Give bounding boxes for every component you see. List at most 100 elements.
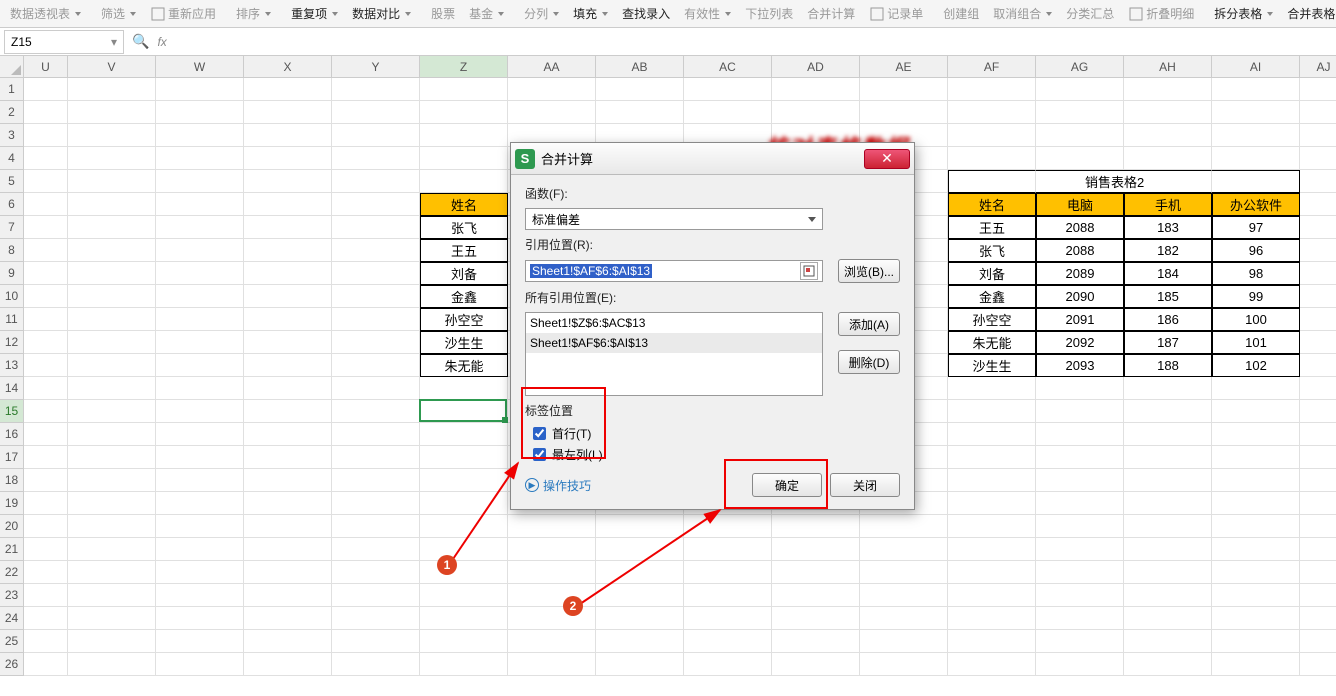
ribbon-item[interactable]: 数据透视表: [4, 3, 87, 24]
ribbon-item[interactable]: 数据对比: [346, 3, 417, 24]
cell[interactable]: [24, 400, 68, 423]
cell[interactable]: 97: [1212, 216, 1300, 239]
cell[interactable]: [1212, 584, 1300, 607]
cell[interactable]: [860, 584, 948, 607]
row-header[interactable]: 16: [0, 423, 24, 446]
cell[interactable]: [68, 193, 156, 216]
cell[interactable]: [244, 193, 332, 216]
cell[interactable]: [156, 584, 244, 607]
cell[interactable]: [1212, 124, 1300, 147]
cell[interactable]: [684, 78, 772, 101]
cell[interactable]: [948, 124, 1036, 147]
cell[interactable]: [156, 538, 244, 561]
cell[interactable]: [332, 469, 420, 492]
cell[interactable]: [684, 607, 772, 630]
ribbon-item[interactable]: 下拉列表: [739, 3, 799, 24]
cell[interactable]: [508, 78, 596, 101]
close-icon[interactable]: ✕: [864, 149, 910, 169]
cell[interactable]: [860, 538, 948, 561]
cell[interactable]: [156, 262, 244, 285]
cell[interactable]: 96: [1212, 239, 1300, 262]
cell[interactable]: 办公软件: [1212, 193, 1300, 216]
ribbon-item[interactable]: 重复项: [285, 3, 344, 24]
cell[interactable]: [244, 423, 332, 446]
cell[interactable]: [1300, 101, 1336, 124]
cell[interactable]: [156, 124, 244, 147]
cell[interactable]: [24, 285, 68, 308]
ribbon-item[interactable]: 分列: [518, 3, 565, 24]
cell[interactable]: [1124, 469, 1212, 492]
cell[interactable]: [68, 147, 156, 170]
cell[interactable]: [1212, 492, 1300, 515]
cell[interactable]: [596, 101, 684, 124]
cell[interactable]: [772, 561, 860, 584]
cell[interactable]: [244, 331, 332, 354]
cell[interactable]: [68, 124, 156, 147]
ribbon-item[interactable]: 筛选: [95, 3, 142, 24]
cell[interactable]: [24, 193, 68, 216]
cell[interactable]: [684, 630, 772, 653]
cell[interactable]: [68, 331, 156, 354]
cell[interactable]: [68, 584, 156, 607]
cell[interactable]: 朱无能: [420, 354, 508, 377]
cell[interactable]: 185: [1124, 285, 1212, 308]
cell[interactable]: [244, 239, 332, 262]
cell[interactable]: 姓名: [948, 193, 1036, 216]
cell[interactable]: [420, 124, 508, 147]
column-header[interactable]: X: [244, 56, 332, 78]
dialog-titlebar[interactable]: S 合并计算 ✕: [511, 143, 914, 175]
cell[interactable]: [1036, 607, 1124, 630]
cell[interactable]: [156, 377, 244, 400]
cell[interactable]: [68, 262, 156, 285]
cell[interactable]: [24, 492, 68, 515]
cell[interactable]: [244, 308, 332, 331]
cell[interactable]: [24, 78, 68, 101]
cell[interactable]: 孙空空: [948, 308, 1036, 331]
cell[interactable]: [156, 423, 244, 446]
cell[interactable]: [1124, 538, 1212, 561]
cell[interactable]: [508, 515, 596, 538]
cell[interactable]: [948, 607, 1036, 630]
ribbon-item[interactable]: 填充: [567, 3, 614, 24]
cell[interactable]: [1300, 377, 1336, 400]
cell[interactable]: [1300, 400, 1336, 423]
row-header[interactable]: 14: [0, 377, 24, 400]
cell[interactable]: [1300, 354, 1336, 377]
cell[interactable]: [948, 400, 1036, 423]
cell[interactable]: 187: [1124, 331, 1212, 354]
cell[interactable]: [24, 262, 68, 285]
column-header[interactable]: AF: [948, 56, 1036, 78]
cell[interactable]: 孙空空: [420, 308, 508, 331]
cell[interactable]: [1212, 561, 1300, 584]
cell[interactable]: [244, 492, 332, 515]
ribbon-item[interactable]: 创建组: [937, 3, 985, 24]
cell[interactable]: [1212, 469, 1300, 492]
cell[interactable]: [684, 515, 772, 538]
cell[interactable]: [1036, 561, 1124, 584]
cell[interactable]: [1300, 630, 1336, 653]
cell[interactable]: [420, 515, 508, 538]
cell[interactable]: [420, 170, 508, 193]
cell[interactable]: [1212, 515, 1300, 538]
cell[interactable]: [1124, 630, 1212, 653]
cell[interactable]: [244, 354, 332, 377]
row-header[interactable]: 26: [0, 653, 24, 676]
cell[interactable]: [1300, 308, 1336, 331]
cell[interactable]: [420, 561, 508, 584]
cell[interactable]: [772, 630, 860, 653]
cell[interactable]: [244, 262, 332, 285]
cell[interactable]: [772, 78, 860, 101]
cell[interactable]: [156, 492, 244, 515]
cell[interactable]: [1036, 147, 1124, 170]
cell[interactable]: 2088: [1036, 239, 1124, 262]
cell[interactable]: 188: [1124, 354, 1212, 377]
cell[interactable]: [332, 331, 420, 354]
list-item[interactable]: Sheet1!$AF$6:$AI$13: [526, 333, 822, 353]
cell[interactable]: [860, 630, 948, 653]
row-header[interactable]: 24: [0, 607, 24, 630]
cell[interactable]: [1212, 170, 1300, 193]
ribbon-item[interactable]: 有效性: [678, 3, 737, 24]
cell[interactable]: [596, 538, 684, 561]
cell[interactable]: [1300, 331, 1336, 354]
cell[interactable]: [24, 147, 68, 170]
